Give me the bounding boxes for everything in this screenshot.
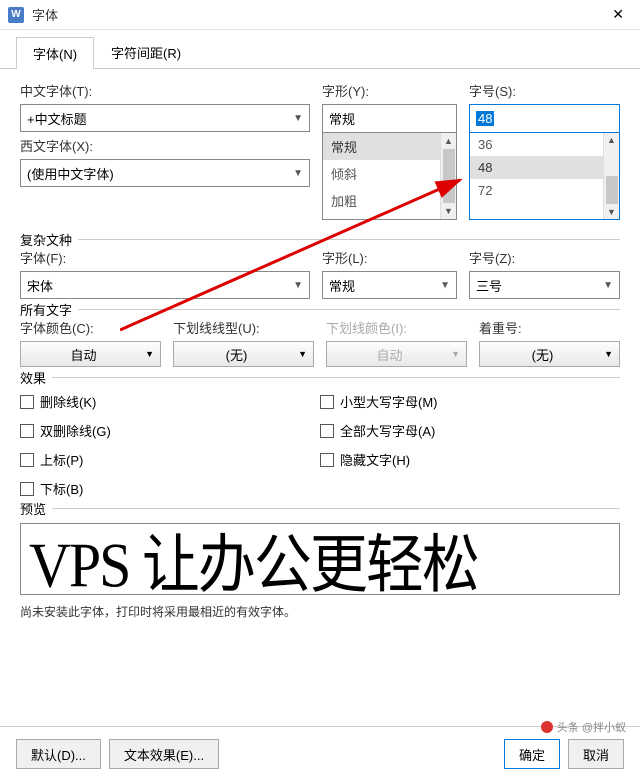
preview-text: VPS 让办公更轻松: [29, 523, 478, 595]
scroll-up-icon[interactable]: ▲: [604, 133, 619, 148]
emphasis-label: 着重号:: [479, 318, 620, 337]
complex-legend: 复杂文种: [20, 230, 78, 249]
list-item[interactable]: 72: [470, 179, 603, 202]
chevron-down-icon: ▼: [451, 349, 460, 359]
list-item[interactable]: 36: [470, 133, 603, 156]
close-icon[interactable]: ✕: [604, 6, 632, 23]
text-effect-button[interactable]: 文本效果(E)...: [109, 739, 219, 769]
style-input[interactable]: 常规: [322, 104, 457, 132]
complex-style-select[interactable]: 常规 ▼: [322, 271, 457, 299]
list-item[interactable]: 倾斜: [323, 160, 440, 187]
color-select[interactable]: 自动▼: [20, 341, 161, 367]
watermark: 头条 @拌小蚁: [541, 719, 626, 735]
complex-size-label: 字号(Z):: [469, 248, 620, 267]
color-label: 字体颜色(C):: [20, 318, 161, 337]
cancel-button[interactable]: 取消: [568, 739, 624, 769]
underline-color-label: 下划线颜色(I):: [326, 318, 467, 337]
super-checkbox[interactable]: 上标(P): [20, 450, 280, 469]
chevron-down-icon: ▼: [293, 113, 303, 124]
complex-font-label: 字体(F):: [20, 248, 310, 267]
chinese-font-label: 中文字体(T):: [20, 81, 310, 100]
underline-label: 下划线线型(U):: [173, 318, 314, 337]
scroll-down-icon[interactable]: ▼: [441, 203, 456, 219]
list-item[interactable]: 加粗: [323, 187, 440, 214]
underline-color-select: 自动▼: [326, 341, 467, 367]
default-button[interactable]: 默认(D)...: [16, 739, 101, 769]
chevron-down-icon: ▼: [440, 280, 450, 291]
western-font-select[interactable]: (使用中文字体) ▼: [20, 159, 310, 187]
complex-size-select[interactable]: 三号 ▼: [469, 271, 620, 299]
chevron-down-icon: ▼: [293, 280, 303, 291]
alltext-legend: 所有文字: [20, 300, 78, 319]
scroll-up-icon[interactable]: ▲: [441, 133, 456, 149]
western-font-label: 西文字体(X):: [20, 136, 310, 155]
scrollbar[interactable]: ▲ ▼: [603, 133, 619, 219]
emphasis-select[interactable]: (无)▼: [479, 341, 620, 367]
window-title: 字体: [32, 5, 604, 24]
tab-spacing[interactable]: 字符间距(R): [94, 36, 198, 68]
hidden-checkbox[interactable]: 隐藏文字(H): [320, 450, 438, 469]
scroll-down-icon[interactable]: ▼: [604, 204, 619, 219]
style-listbox[interactable]: 常规 倾斜 加粗 ▲ ▼: [322, 132, 457, 220]
app-icon: W: [8, 7, 24, 23]
chinese-font-select[interactable]: +中文标题 ▼: [20, 104, 310, 132]
size-label: 字号(S):: [469, 81, 620, 100]
effects-legend: 效果: [20, 368, 52, 387]
size-listbox[interactable]: 36 48 72 ▲ ▼: [469, 132, 620, 220]
complex-style-label: 字形(L):: [322, 248, 457, 267]
list-item[interactable]: 常规: [323, 133, 440, 160]
chevron-down-icon: ▼: [293, 168, 303, 179]
underline-select[interactable]: (无)▼: [173, 341, 314, 367]
chevron-down-icon: ▼: [145, 349, 154, 359]
preview-hint: 尚未安装此字体，打印时将采用最相近的有效字体。: [20, 603, 620, 620]
sub-checkbox[interactable]: 下标(B): [20, 479, 280, 498]
scrollbar[interactable]: ▲ ▼: [440, 133, 456, 219]
preview-legend: 预览: [20, 499, 52, 518]
ok-button[interactable]: 确定: [504, 739, 560, 769]
size-input[interactable]: 48: [469, 104, 620, 132]
strike-checkbox[interactable]: 删除线(K): [20, 392, 280, 411]
list-item[interactable]: 48: [470, 156, 603, 179]
smallcaps-checkbox[interactable]: 小型大写字母(M): [320, 392, 438, 411]
chevron-down-icon: ▼: [298, 349, 307, 359]
chevron-down-icon: ▼: [604, 349, 613, 359]
dblstrike-checkbox[interactable]: 双删除线(G): [20, 421, 280, 440]
complex-font-select[interactable]: 宋体 ▼: [20, 271, 310, 299]
preview-box: VPS 让办公更轻松: [20, 523, 620, 595]
style-label: 字形(Y):: [322, 81, 457, 100]
chevron-down-icon: ▼: [603, 280, 613, 291]
tab-font[interactable]: 字体(N): [16, 37, 94, 69]
allcaps-checkbox[interactable]: 全部大写字母(A): [320, 421, 438, 440]
